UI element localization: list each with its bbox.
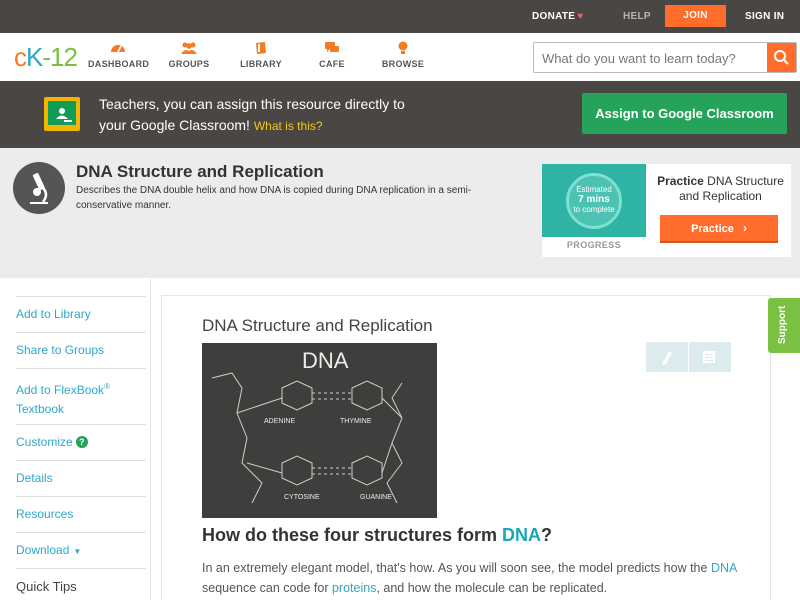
nav-cafe-label: CAFE [319,59,345,69]
sidebar-resources[interactable]: Resources [16,496,146,524]
nav-cafe[interactable]: CAFE [316,41,348,69]
nav-dashboard[interactable]: DASHBOARD [88,41,150,69]
support-tab[interactable]: Support [768,298,800,353]
chevron-right-icon: › [742,221,747,235]
lesson-question: How do these four structures form DNA? [202,525,552,546]
flexbook-label: Add to FlexBook [16,383,105,397]
customize-label: Customize [16,435,73,449]
ck12-logo[interactable]: cK-12 [14,42,78,73]
logo-12: -12 [42,42,78,72]
thymine-label: THYMINE [340,418,372,425]
dna-chalk-text: DNA [302,348,349,373]
assign-to-google-classroom-button[interactable]: Assign to Google Classroom [582,93,787,134]
sidebar-customize[interactable]: Customize? [16,424,146,452]
search-button[interactable] [767,43,796,72]
page-title: DNA Structure and Replication [76,162,324,181]
microscope-icon [13,162,65,214]
dna-vocab-link[interactable]: DNA [711,561,737,575]
help-question-icon[interactable]: ? [75,436,88,448]
sign-in-link[interactable]: SIGN IN [745,0,784,33]
guanine-label: GUANINE [360,494,392,501]
to-complete-label: to complete [573,205,615,214]
search-input[interactable] [542,49,762,67]
nav-browse-label: BROWSE [381,59,425,69]
textbook-label: Textbook [16,402,65,416]
estimated-time-badge: Estimated 7 mins to complete [566,173,622,229]
help-link[interactable]: HELP [623,0,651,33]
sidebar-add-to-flexbook[interactable]: Add to FlexBook® Textbook [16,368,146,419]
nav-library[interactable]: LIBRARY [240,41,282,69]
para-text-3: , and how the molecule can be replicated… [376,581,608,595]
practice-button[interactable]: Practice › [660,215,778,243]
practice-heading-bold: Practice [657,174,704,188]
lesson-title: DNA Structure and Replication [202,316,433,335]
download-label: Download [16,543,70,557]
dna-chalkboard-image: DNA ADENINE THYMINE CYTOSINE GUANINE [202,343,437,518]
sidebar-share-to-groups[interactable]: Share to Groups [16,332,146,360]
practice-card: Estimated 7 mins to complete PROGRESS Pr… [542,164,791,257]
sidebar-add-to-library[interactable]: Add to Library [16,296,146,324]
para-text-1: In an extremely elegant model, that's ho… [202,561,708,575]
adenine-label: ADENINE [264,418,295,425]
groups-icon [181,42,197,54]
pencil-icon[interactable] [660,349,674,365]
estimated-minutes: 7 mins [578,194,610,205]
nav-library-label: LIBRARY [240,59,282,69]
cytosine-label: CYTOSINE [284,494,320,501]
question-text: How do these four structures form [202,525,498,545]
support-label: Support [777,305,788,344]
practice-button-label: Practice [691,223,734,235]
estimated-label: Estimated [576,185,612,194]
sidebar-details[interactable]: Details [16,460,146,488]
sidebar: Add to Library Share to Groups Add to Fl… [8,279,151,600]
join-button[interactable]: JOIN [665,5,726,27]
nav-dashboard-label: DASHBOARD [88,59,150,69]
heart-icon: ♥ [577,11,584,22]
para-text-2: sequence can code for [202,581,329,595]
library-icon [256,42,266,54]
browse-icon [398,41,408,54]
google-classroom-icon [44,97,80,131]
caret-down-icon: ▼ [73,547,82,556]
nav-browse[interactable]: BROWSE [381,41,425,69]
sidebar-quick-tips[interactable]: Quick Tips [16,568,146,596]
practice-thumbnail: Estimated 7 mins to complete [542,164,646,237]
logo-k: K [26,42,43,72]
question-mark: ? [541,525,553,545]
practice-heading: Practice DNA Structure and Replication [650,174,791,204]
proteins-vocab-link[interactable]: proteins [332,581,376,595]
banner-line-2: your Google Classroom! [99,117,250,133]
donate-link[interactable]: DONATE ♥ [532,0,584,33]
tool-divider [688,342,689,372]
top-utility-bar: DONATE ♥ HELP JOIN SIGN IN [0,0,800,33]
what-is-this-link[interactable]: What is this? [254,119,323,133]
lesson-tools [646,342,731,372]
question-dna-link[interactable]: DNA [502,525,541,545]
banner-line-1: Teachers, you can assign this resource d… [99,96,405,112]
notes-icon[interactable] [702,350,716,364]
main-nav: cK-12 DASHBOARD GROUPS LIBRARY CAFE BROW… [0,33,800,81]
banner-message: Teachers, you can assign this resource d… [99,94,499,137]
logo-c: c [14,42,27,72]
concept-header: DNA Structure and Replication Describes … [0,148,800,278]
registered-mark: ® [104,382,110,391]
donate-label: DONATE [532,11,576,22]
google-classroom-banner: Teachers, you can assign this resource d… [0,81,800,148]
dashboard-icon [111,45,125,53]
nav-groups-label: GROUPS [168,59,210,69]
search-icon [774,50,789,65]
nav-groups[interactable]: GROUPS [166,41,212,69]
sidebar-download[interactable]: Download ▼ [16,532,146,561]
lesson-content: DNA Structure and Replication DNA ADENIN… [161,295,771,600]
cafe-icon [325,42,339,52]
lesson-paragraph: In an extremely elegant model, that's ho… [202,558,742,598]
search-box [533,42,797,73]
progress-label: PROGRESS [566,240,622,250]
concept-description: Describes the DNA double helix and how D… [76,185,472,211]
